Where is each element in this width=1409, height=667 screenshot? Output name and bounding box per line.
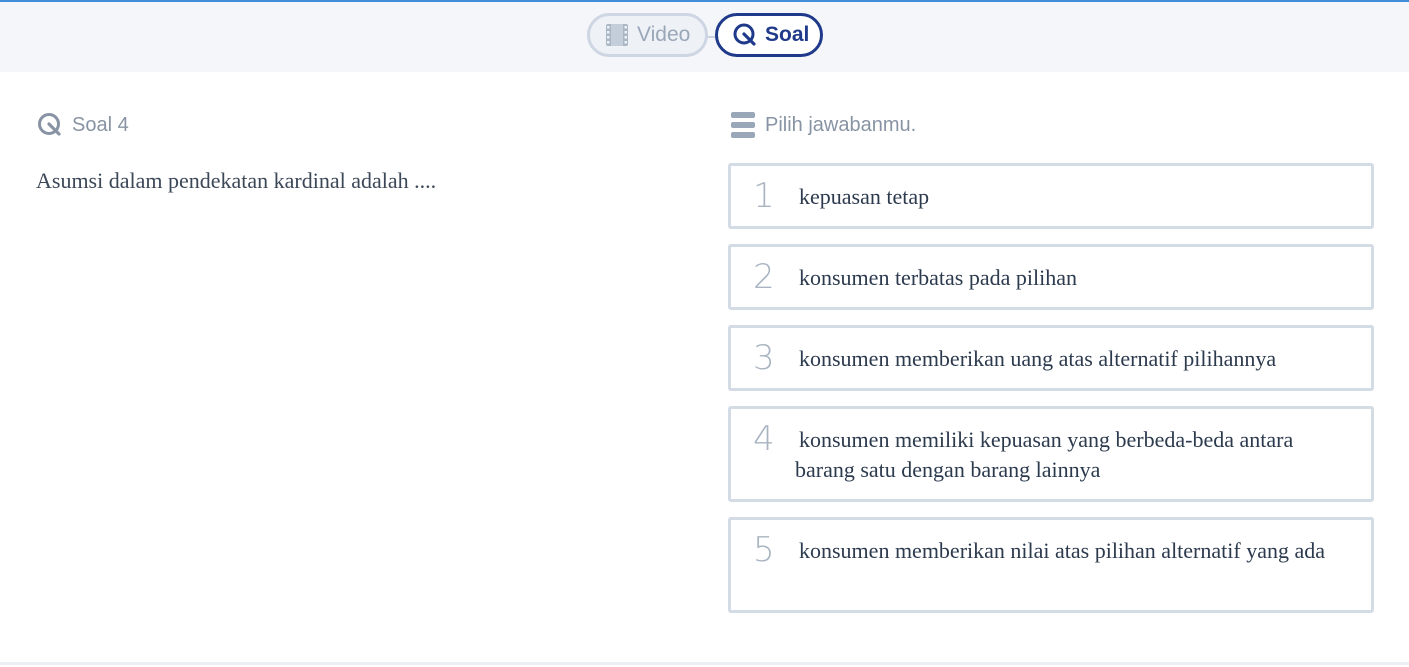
option-text: konsumen memiliki kepuasan yang berbeda-… (795, 427, 1294, 482)
list-icon (731, 112, 755, 138)
answers-header: Pilih jawabanmu. (731, 112, 916, 138)
answer-option-4[interactable]: 4 konsumen memiliki kepuasan yang berbed… (728, 406, 1374, 502)
answers-prompt: Pilih jawabanmu. (765, 113, 917, 136)
option-text: konsumen memberikan uang atas alternatif… (799, 346, 1277, 371)
answer-option-1[interactable]: 1 kepuasan tetap (728, 163, 1374, 229)
tab-video-label: Video (637, 23, 691, 46)
tab-soal[interactable]: Soal (715, 13, 823, 57)
page: Video Soal Soal 4 Asumsi dalam pendekata… (0, 0, 1409, 667)
answer-option-3[interactable]: 3 konsumen memberikan uang atas alternat… (728, 325, 1374, 391)
option-text: kepuasan tetap (799, 184, 930, 209)
quiz-icon (37, 112, 63, 138)
option-number: 5 (753, 530, 775, 570)
question-header: Soal 4 (37, 112, 129, 138)
option-number: 3 (753, 338, 775, 378)
option-text: konsumen memberikan nilai atas pilihan a… (799, 538, 1325, 563)
tab-video[interactable]: Video (587, 13, 708, 57)
answer-option-2[interactable]: 2 konsumen terbatas pada pilihan (728, 244, 1374, 310)
question-text: Asumsi dalam pendekatan kardinal adalah … (36, 168, 437, 193)
option-number: 2 (753, 257, 775, 297)
quiz-icon (733, 23, 757, 47)
option-number: 4 (753, 419, 775, 459)
bottom-divider (0, 662, 1409, 665)
answer-option-5[interactable]: 5 konsumen memberikan nilai atas pilihan… (728, 517, 1374, 613)
option-number: 1 (753, 176, 775, 216)
film-icon (605, 23, 629, 47)
option-text: konsumen terbatas pada pilihan (799, 265, 1077, 290)
tab-soal-label: Soal (765, 23, 810, 46)
question-number: Soal 4 (72, 113, 129, 136)
